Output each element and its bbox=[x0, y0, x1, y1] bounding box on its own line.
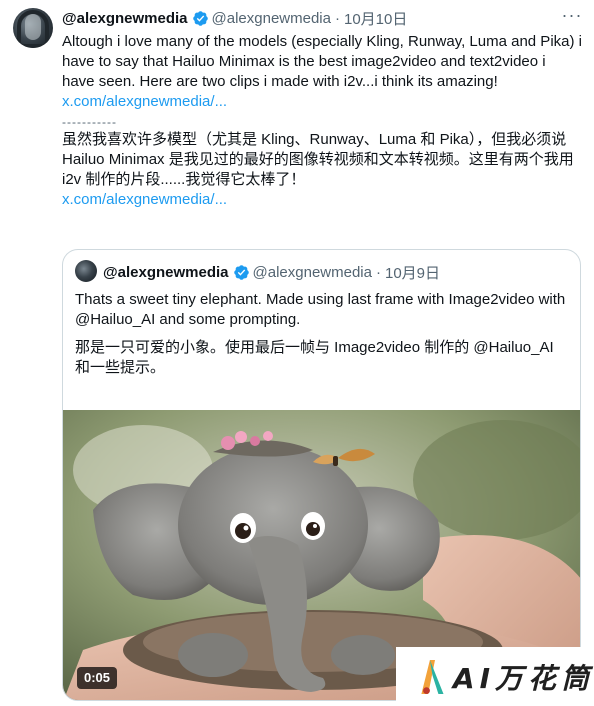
quote-display-name[interactable]: @alexgnewmedia bbox=[103, 264, 229, 281]
tweet-body: Altough i love many of the models (espec… bbox=[62, 32, 582, 210]
tweet-text-en: Altough i love many of the models (espec… bbox=[62, 33, 582, 90]
quote-timestamp[interactable]: 10月9日 bbox=[385, 262, 440, 283]
video-duration: 0:05 bbox=[77, 667, 118, 689]
verified-badge-icon bbox=[192, 10, 208, 26]
more-icon[interactable]: ··· bbox=[560, 6, 584, 28]
quote-body: Thats a sweet tiny elephant. Made using … bbox=[75, 290, 570, 378]
quote-separator: · bbox=[375, 263, 381, 281]
quote-text-cn: 那是一只可爱的小象。使用最后一帧与 Image2video 制作的 @Hailu… bbox=[75, 339, 554, 376]
verified-badge-icon bbox=[233, 264, 249, 280]
separator: · bbox=[334, 9, 340, 27]
tweet: @alexgnewmedia @alexgnewmedia · 10月10日 ·… bbox=[0, 0, 594, 706]
quoted-tweet[interactable]: @alexgnewmedia @alexgnewmedia · 10月9日 Th… bbox=[62, 249, 581, 701]
watermark-text: AI万花筒 bbox=[452, 661, 594, 695]
quote-handle[interactable]: @alexgnewmedia bbox=[253, 264, 372, 281]
display-name[interactable]: @alexgnewmedia bbox=[62, 10, 188, 27]
tweet-header: @alexgnewmedia @alexgnewmedia · 10月10日 bbox=[62, 8, 407, 28]
handle[interactable]: @alexgnewmedia bbox=[212, 10, 331, 27]
tweet-link-en[interactable]: x.com/alexgnewmedia/... bbox=[62, 92, 582, 112]
timestamp[interactable]: 10月10日 bbox=[344, 8, 407, 29]
quote-avatar[interactable] bbox=[75, 260, 97, 282]
tweet-link-cn[interactable]: x.com/alexgnewmedia/... bbox=[62, 190, 582, 210]
quote-header: @alexgnewmedia @alexgnewmedia · 10月9日 bbox=[103, 262, 440, 282]
quote-text-en: Thats a sweet tiny elephant. Made using … bbox=[75, 291, 566, 328]
kaleidoscope-logo-icon bbox=[421, 659, 444, 694]
divider: ----------- bbox=[62, 115, 117, 129]
tweet-text-cn: 虽然我喜欢许多模型（尤其是 Kling、Runway、Luma 和 Pika），… bbox=[62, 131, 574, 188]
watermark: AI万花筒 bbox=[396, 647, 594, 706]
avatar[interactable] bbox=[13, 8, 53, 48]
